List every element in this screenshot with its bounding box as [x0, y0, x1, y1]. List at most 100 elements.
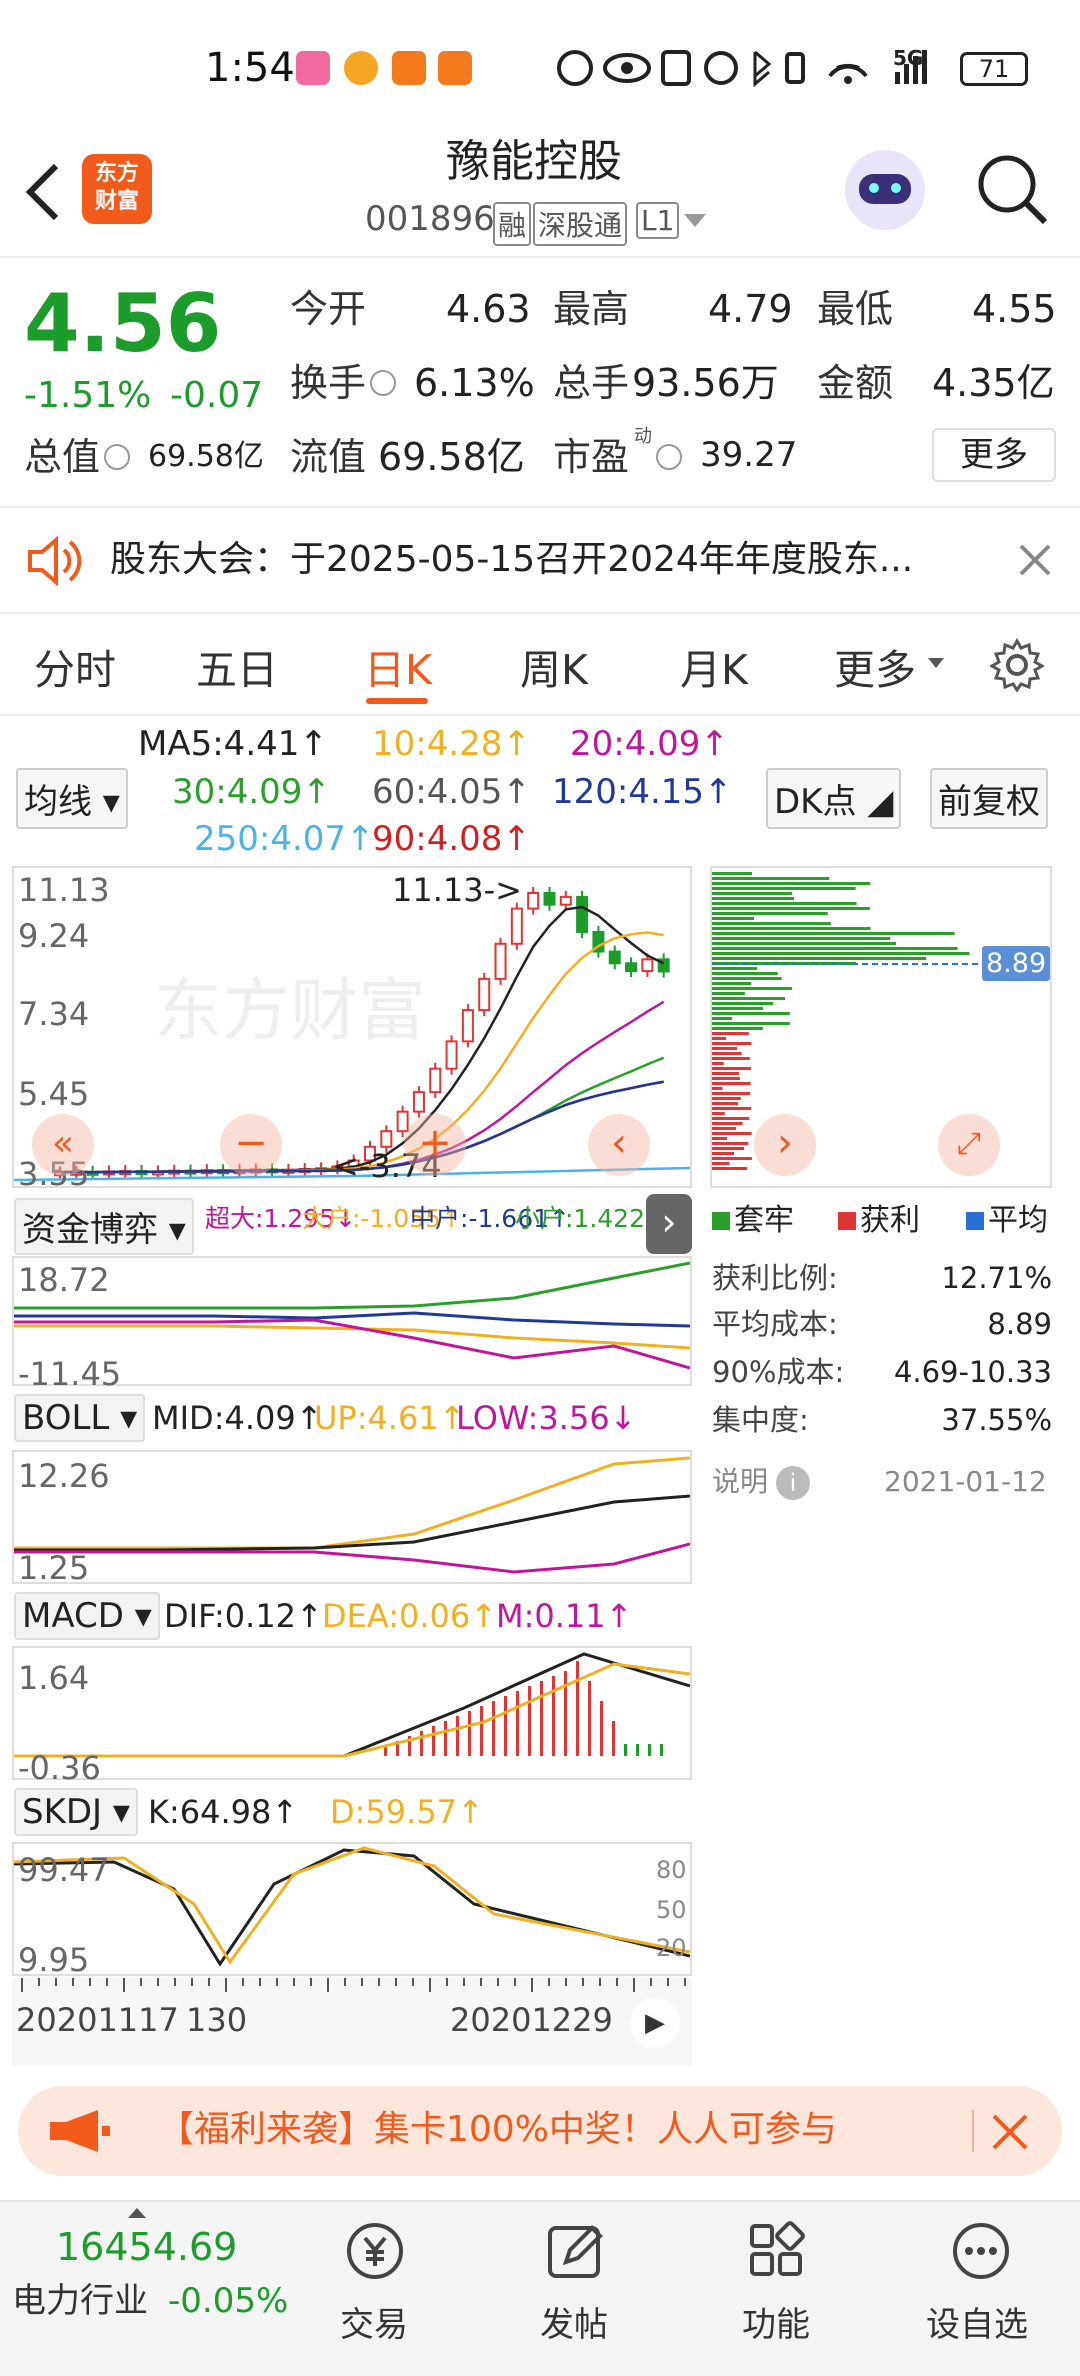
price-adjust-select[interactable]: 前复权: [930, 768, 1048, 829]
macd-y-top: 1.64: [18, 1659, 90, 1697]
avg-cost-label: 平均成本:: [712, 1307, 838, 1341]
scroll-left-button[interactable]: «: [32, 1114, 94, 1176]
macd-m: M:0.11↑: [496, 1597, 633, 1635]
chip-bar: [712, 937, 891, 940]
step-left-button[interactable]: ‹: [588, 1114, 650, 1176]
tab-weekly-k[interactable]: 周K: [520, 636, 588, 696]
chip-bar: [712, 1112, 725, 1115]
boll-indicator-select[interactable]: BOLL ▾: [14, 1394, 146, 1442]
price-adjust-label: 前复权: [938, 782, 1040, 822]
chip-bar: [712, 1102, 739, 1105]
nav-add-watchlist[interactable]: 设自选: [922, 2214, 1042, 2364]
edit-icon: [548, 2225, 603, 2278]
high-label: 最高: [553, 287, 630, 331]
tab-daily-k[interactable]: 日K: [364, 636, 432, 696]
stock-name: 豫能控股: [446, 136, 622, 187]
more-button[interactable]: 更多: [932, 428, 1056, 482]
battery-level: 71: [978, 55, 1010, 83]
chip-bar: [712, 997, 786, 1000]
nav-functions[interactable]: 功能: [732, 2214, 822, 2364]
close-icon[interactable]: [1017, 542, 1053, 578]
chip-bar: [712, 982, 752, 985]
avg-cost-marker: 8.89: [982, 946, 1051, 981]
tab-monthly-k[interactable]: 月K: [680, 636, 748, 696]
expand-indicator-button[interactable]: ›: [646, 1194, 692, 1254]
tag-level: L1: [636, 202, 680, 239]
gear-icon[interactable]: [990, 638, 1044, 692]
chip-bar: [712, 877, 830, 880]
tab-intraday[interactable]: 分时: [34, 636, 116, 696]
chip-bar: [712, 912, 828, 915]
grid-icon: [750, 2221, 805, 2276]
index-value[interactable]: 16454.69: [56, 2228, 237, 2266]
promo-banner[interactable]: 【福利来袭】集卡100%中奖！人人可参与: [18, 2086, 1062, 2176]
boll-chart[interactable]: 12.26 1.25: [12, 1450, 692, 1584]
nav-functions-label: 功能: [742, 2305, 810, 2345]
kline-y-top: 11.13: [18, 871, 110, 909]
nav-trade[interactable]: 交易: [330, 2214, 420, 2364]
chip-bar: [712, 1152, 735, 1155]
chevron-down-icon[interactable]: [684, 214, 706, 227]
date-axis: 20201117 130 20201229 ▶: [12, 1978, 692, 2066]
robot-assistant-icon[interactable]: [845, 150, 925, 230]
chip-bar: [712, 1062, 724, 1065]
candle-body: [510, 907, 523, 945]
low-label: 最低: [817, 287, 894, 331]
info-icon[interactable]: i: [776, 1466, 810, 1500]
chip-distribution-chart[interactable]: 8.89 › ⤢: [710, 866, 1052, 1188]
skdj-k-line: [14, 1848, 690, 1967]
chip-bar: [712, 1067, 751, 1070]
ma-select[interactable]: 均线 ▾: [16, 768, 128, 829]
candle-body: [625, 962, 638, 973]
fullscreen-button[interactable]: ⤢: [938, 1114, 1000, 1176]
tab-more[interactable]: 更多: [834, 636, 916, 696]
ma-select-label: 均线: [24, 782, 92, 822]
search-icon[interactable]: [975, 152, 1049, 226]
chip-bar: [712, 1117, 750, 1120]
nav-add-watchlist-label: 设自选: [926, 2305, 1028, 2345]
close-icon[interactable]: [990, 2112, 1030, 2152]
play-forward-button[interactable]: ▶: [630, 1998, 680, 2048]
macd-bar: [504, 1696, 507, 1756]
info-icon[interactable]: [656, 444, 682, 470]
fund-chart[interactable]: 18.72 -11.45: [12, 1256, 692, 1390]
bottom-nav: 16454.69 电力行业 -0.05% 交易 发帖 功能 设自选: [0, 2200, 1080, 2376]
macd-bar: [432, 1726, 435, 1756]
chip-bar: [712, 987, 792, 990]
zoom-in-button[interactable]: +: [404, 1114, 466, 1176]
industry-name[interactable]: 电力行业: [12, 2284, 148, 2318]
macd-bar: [660, 1744, 663, 1756]
kline-chart[interactable]: 东方财富 11.13 9.24 7.34 5.45 3.55 11.13-> <…: [12, 866, 692, 1190]
fund-mid-line: [14, 1311, 690, 1328]
chip-date: 2021-01-12: [884, 1465, 1047, 1498]
legend-trapped-swatch: [712, 1212, 730, 1230]
notice-bar[interactable]: 股东大会：于2025-05-15召开2024年年度股东...: [0, 508, 1080, 612]
macd-chart[interactable]: 1.64 -0.36: [12, 1646, 692, 1784]
skdj-chart[interactable]: 99.47 9.95 80 50 20: [12, 1842, 692, 1976]
chip-bar: [712, 927, 871, 930]
chip-note-label[interactable]: 说明: [712, 1468, 768, 1496]
tab-five-day[interactable]: 五日: [196, 636, 278, 696]
info-icon[interactable]: [370, 370, 396, 396]
date-start: 20201117: [16, 2001, 179, 2039]
skdj-indicator-select[interactable]: SKDJ ▾: [14, 1788, 138, 1836]
macd-indicator-select[interactable]: MACD ▾: [14, 1592, 160, 1640]
pe-label: 市盈: [553, 435, 630, 479]
info-icon[interactable]: [104, 444, 130, 470]
more-dots-icon: [953, 2223, 1009, 2279]
macd-bar: [636, 1744, 639, 1756]
zoom-out-button[interactable]: −: [220, 1114, 282, 1176]
concentration-label: 集中度:: [712, 1403, 809, 1437]
fund-small-line: [14, 1261, 690, 1310]
candle-body: [494, 942, 507, 980]
volume-value: 93.56万: [632, 361, 779, 405]
step-right-button[interactable]: ›: [754, 1114, 816, 1176]
candle-body: [461, 1009, 474, 1043]
dk-point-toggle[interactable]: DK点 ◢: [766, 768, 902, 829]
fund-indicator-select[interactable]: 资金博弈 ▾: [14, 1198, 194, 1255]
back-icon[interactable]: [22, 162, 62, 222]
nav-post[interactable]: 发帖: [530, 2214, 620, 2364]
chip-bar: [712, 932, 955, 935]
status-time: 1:54: [205, 45, 295, 91]
profit-ratio-value: 12.71%: [941, 1261, 1052, 1295]
